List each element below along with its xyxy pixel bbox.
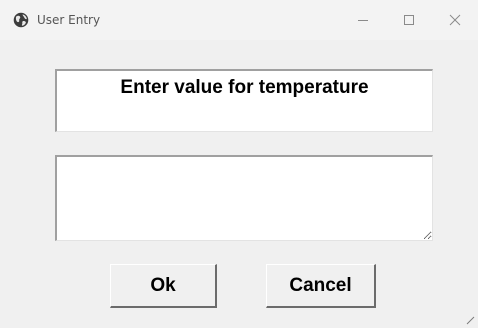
window-title: User Entry (37, 13, 101, 27)
value-input[interactable] (57, 157, 432, 240)
maximize-icon (404, 15, 414, 25)
maximize-button[interactable] (386, 0, 432, 40)
close-icon (449, 14, 461, 26)
value-input-box[interactable] (55, 155, 433, 241)
minimize-icon (358, 20, 368, 21)
cancel-button[interactable]: Cancel (266, 264, 376, 308)
prompt-label-box: Enter value for temperature (55, 69, 433, 132)
minimize-button[interactable] (340, 0, 386, 40)
ok-button[interactable]: Ok (110, 264, 217, 308)
prompt-label: Enter value for temperature (120, 77, 369, 98)
globe-icon[interactable] (13, 12, 29, 28)
close-button[interactable] (432, 0, 478, 40)
title-bar[interactable]: User Entry (0, 0, 478, 40)
user-entry-window: User Entry Enter value for temperature O… (0, 0, 478, 328)
resize-grip-icon[interactable] (465, 315, 475, 325)
